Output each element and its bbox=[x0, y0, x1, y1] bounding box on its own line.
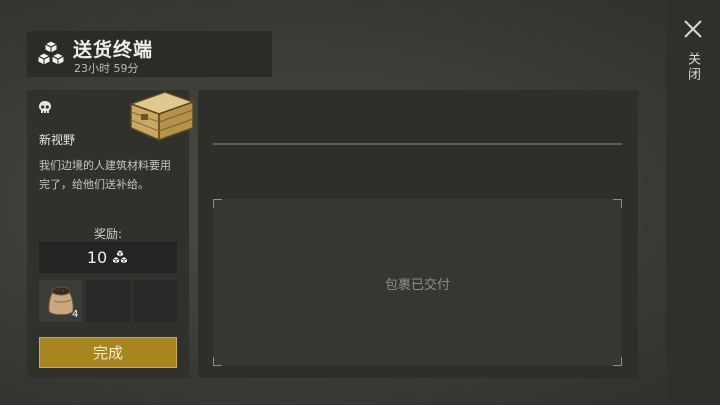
timer: 23小时 59分 bbox=[74, 62, 139, 75]
reward-item-slot[interactable]: 4 bbox=[39, 280, 83, 322]
complete-button[interactable]: 完成 bbox=[39, 337, 177, 368]
quest-description: 我们边境的人建筑材料要用完了，给他们送补给。 bbox=[39, 159, 171, 191]
corner-mark bbox=[613, 357, 622, 366]
quest-name: 新视野 bbox=[39, 133, 76, 147]
delivery-panel: 包裹已交付 bbox=[198, 90, 638, 378]
reward-amount-value: 10 bbox=[86, 248, 108, 267]
close-label[interactable]: 关闭 bbox=[685, 52, 702, 82]
divider bbox=[213, 143, 622, 145]
corner-mark bbox=[613, 199, 622, 208]
delivery-drop-zone: 包裹已交付 bbox=[213, 199, 622, 366]
corner-mark bbox=[213, 357, 222, 366]
crates-icon bbox=[36, 40, 66, 66]
crates-icon bbox=[112, 249, 129, 264]
header: 送货终端 23小时 59分 bbox=[27, 31, 272, 77]
item-count: 4 bbox=[71, 309, 79, 320]
quest-panel: 新视野 我们边境的人建筑材料要用完了，给他们送补给。 奖励: 10 4 完成 bbox=[27, 90, 196, 378]
reward-label: 奖励: bbox=[93, 227, 123, 241]
reward-item-slot bbox=[133, 280, 177, 322]
close-button[interactable] bbox=[682, 18, 704, 40]
reward-amount: 10 bbox=[39, 242, 177, 273]
delivery-status: 包裹已交付 bbox=[384, 278, 450, 293]
reward-items: 4 bbox=[39, 280, 177, 322]
corner-mark bbox=[213, 199, 222, 208]
page-title: 送货终端 bbox=[73, 39, 154, 61]
close-icon bbox=[684, 20, 702, 38]
skull-icon bbox=[39, 101, 51, 113]
reward-item-slot bbox=[86, 280, 130, 322]
crate-icon bbox=[128, 91, 196, 142]
